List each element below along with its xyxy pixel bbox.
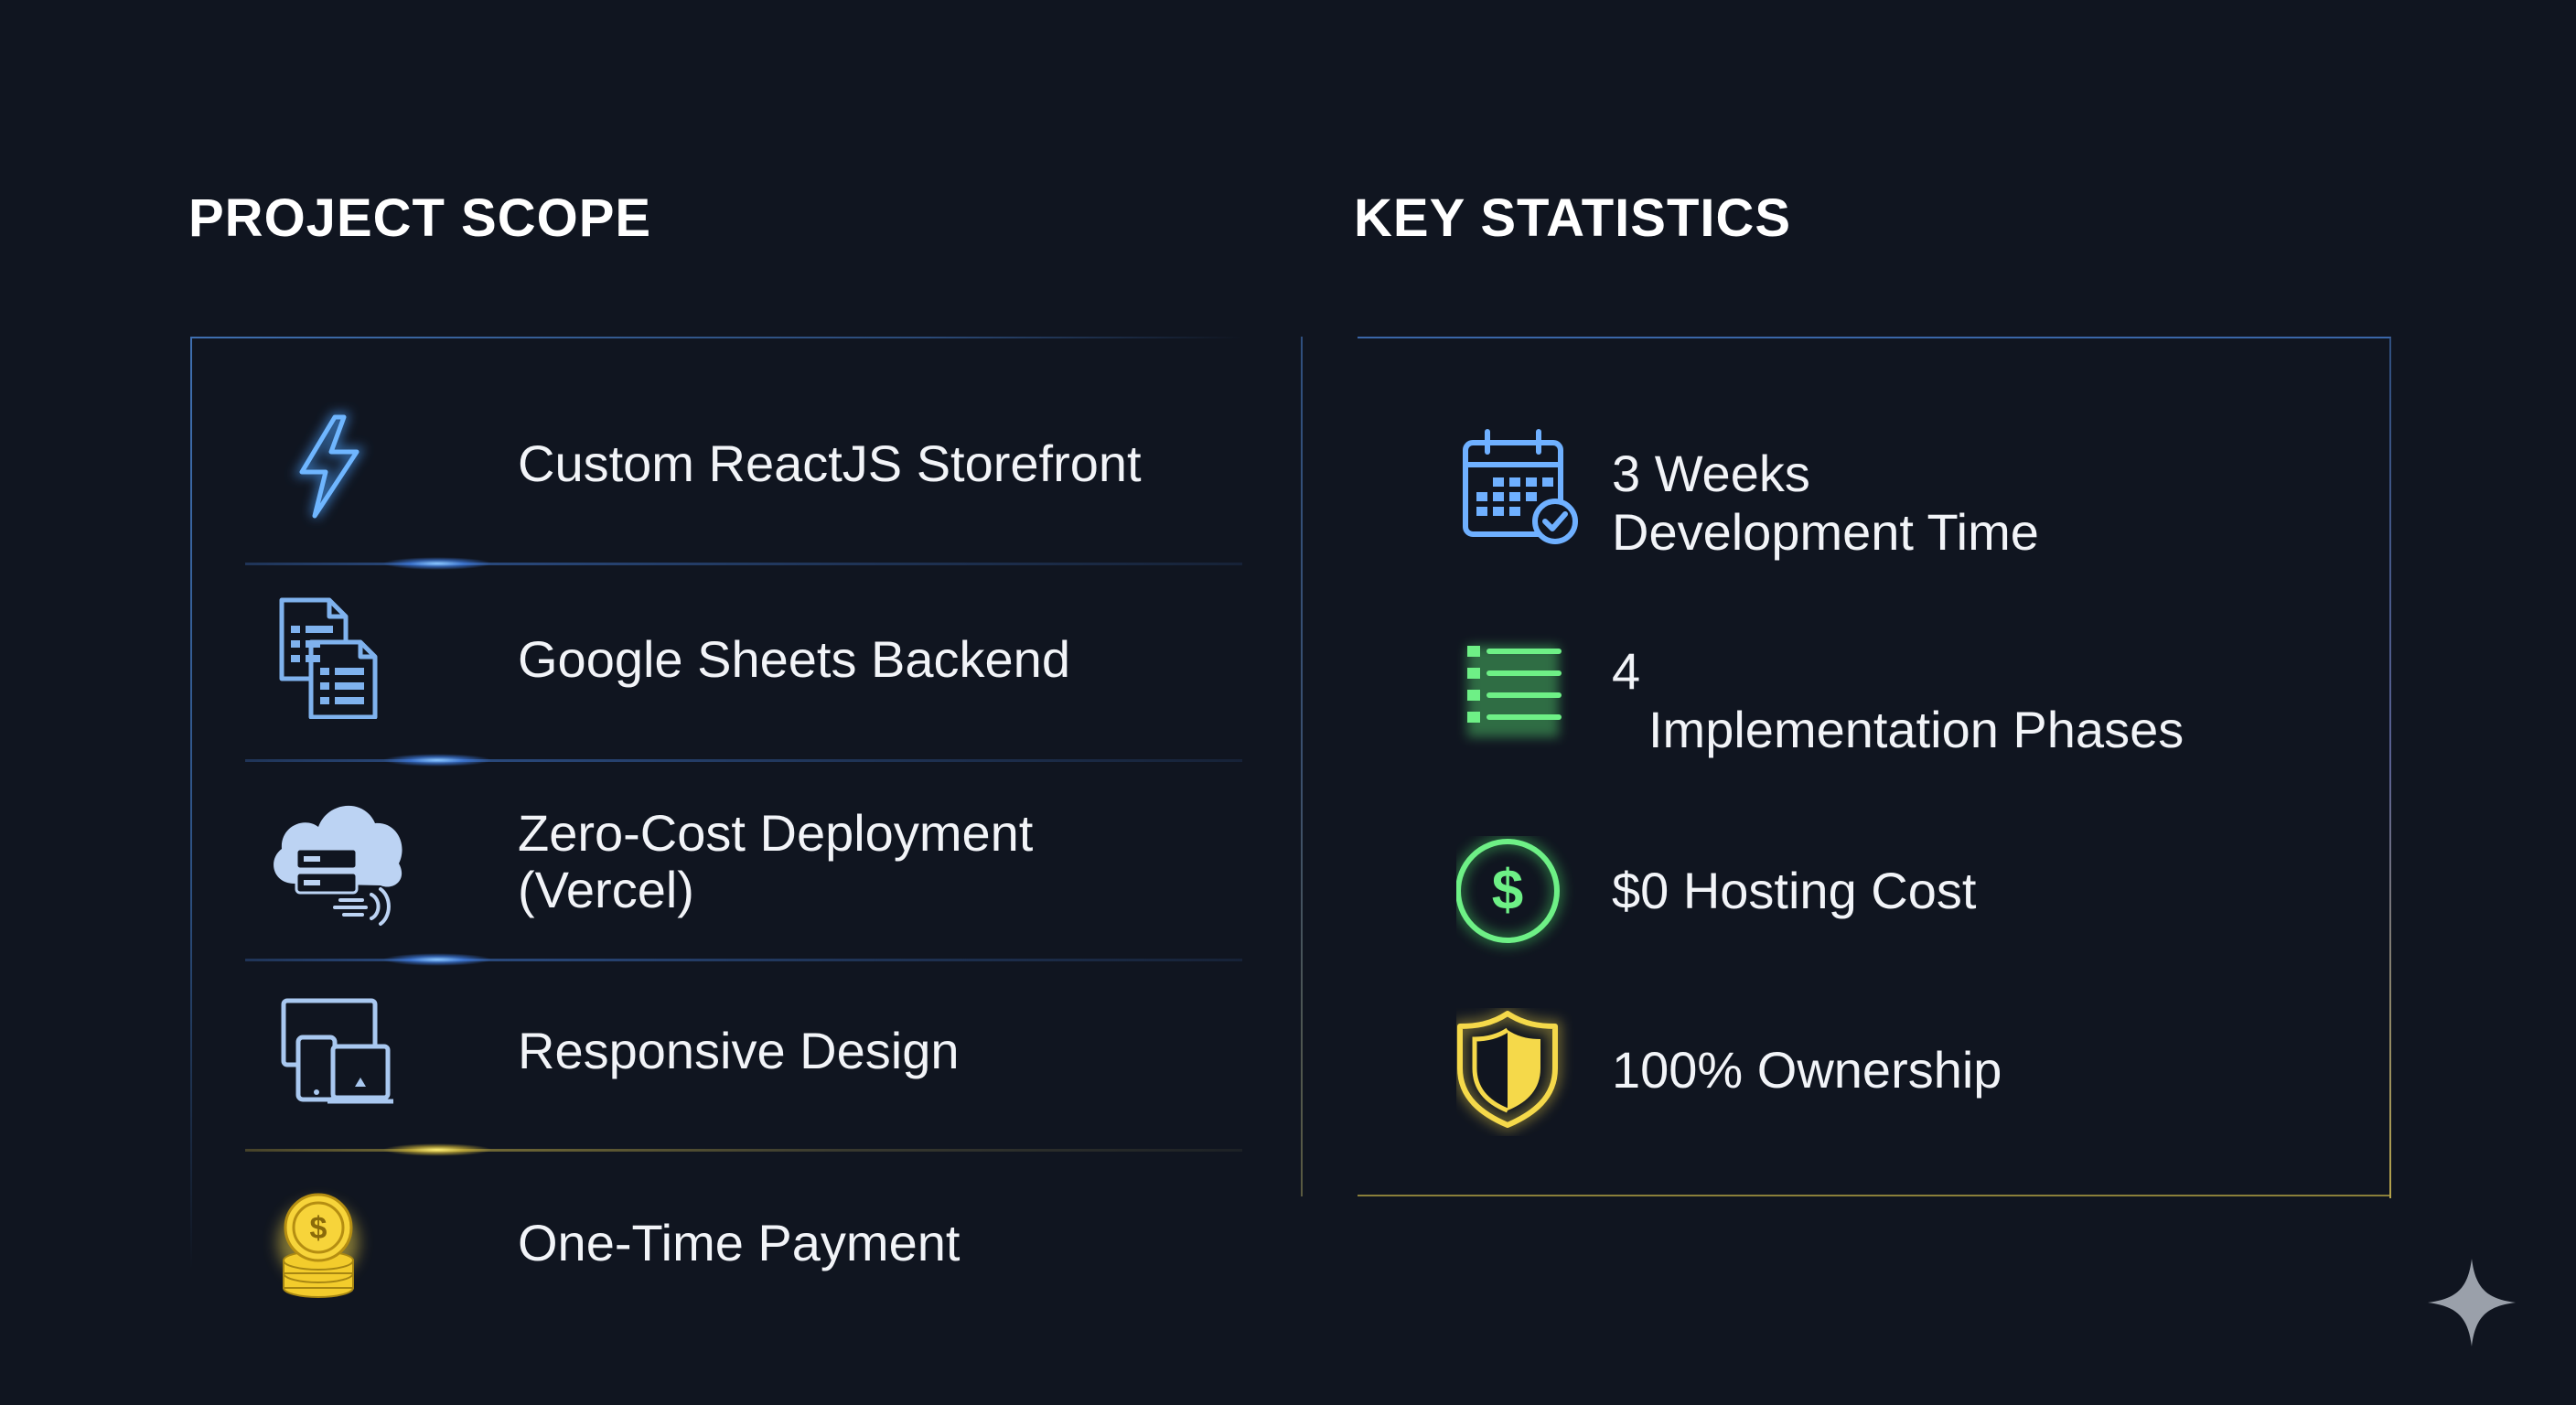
divider bbox=[245, 1143, 1242, 1156]
dollar-circle-icon: $ bbox=[1453, 836, 1584, 964]
sparkle-icon bbox=[2426, 1257, 2517, 1348]
panel-border bbox=[190, 337, 192, 1270]
devices-icon bbox=[263, 986, 393, 1114]
coin-stack-icon: $ bbox=[263, 1178, 392, 1306]
key-statistics-panel: 3 Weeks Development Time 4 Implementatio… bbox=[1301, 337, 2391, 1198]
stat-text: $0 Hosting Cost bbox=[1612, 862, 1977, 919]
project-scope-title: PROJECT SCOPE bbox=[188, 188, 652, 248]
shield-icon bbox=[1454, 1006, 1584, 1136]
svg-text:$: $ bbox=[1492, 859, 1523, 922]
svg-text:$: $ bbox=[310, 1211, 327, 1246]
scope-item-label: Zero-Cost Deployment (Vercel) bbox=[518, 804, 1034, 918]
panel-divider bbox=[1301, 337, 1303, 1196]
cloud-server-icon bbox=[263, 785, 402, 926]
scope-item-label: Custom ReactJS Storefront bbox=[518, 434, 1142, 492]
divider bbox=[245, 557, 1242, 570]
list-icon bbox=[1456, 633, 1584, 761]
lightning-bolt-icon bbox=[263, 401, 392, 529]
scope-item-label: Responsive Design bbox=[518, 1022, 960, 1079]
divider bbox=[245, 953, 1242, 966]
panel-border bbox=[190, 337, 1242, 338]
stat-text: 3 Weeks Development Time bbox=[1612, 445, 2039, 561]
key-statistics-title: KEY STATISTICS bbox=[1354, 188, 1792, 248]
scope-item-label: One-Time Payment bbox=[518, 1214, 961, 1271]
spreadsheet-documents-icon bbox=[263, 591, 392, 720]
stat-text: 4 Implementation Phases bbox=[1612, 642, 2184, 758]
stat-text: 100% Ownership bbox=[1612, 1041, 2002, 1099]
scope-item-label: Google Sheets Backend bbox=[518, 630, 1070, 688]
divider bbox=[245, 754, 1242, 767]
project-scope-panel: Custom ReactJS Storefront Google Sheets … bbox=[190, 337, 1242, 1298]
calendar-check-icon bbox=[1456, 424, 1584, 552]
